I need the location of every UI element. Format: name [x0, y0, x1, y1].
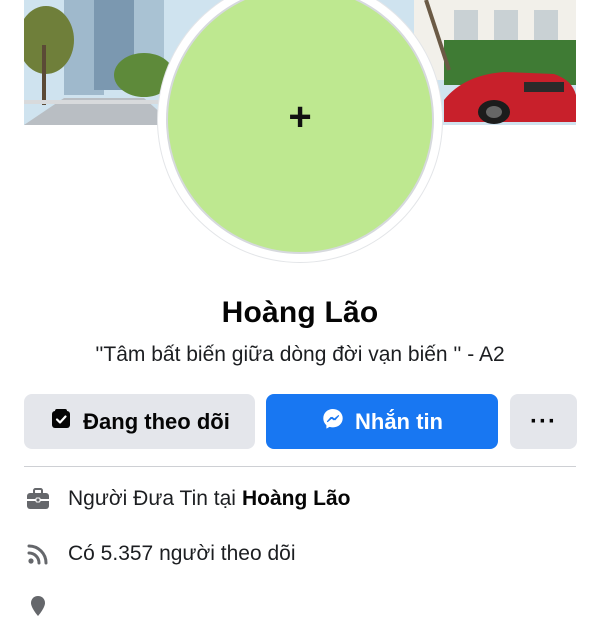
- info-row-partial: [24, 588, 576, 624]
- message-button-label: Nhắn tin: [355, 408, 443, 434]
- rss-feed-icon: [24, 540, 52, 568]
- location-icon: [24, 592, 52, 620]
- profile-bio: ''Tâm bất biến giữa dòng đời vạn biến ''…: [95, 343, 505, 366]
- following-badge-icon: [49, 407, 73, 437]
- info-row-work: Người Đưa Tin tại Hoàng Lão: [24, 481, 576, 517]
- following-button-label: Đang theo dõi: [83, 408, 230, 434]
- following-button[interactable]: Đang theo dõi: [24, 394, 255, 449]
- profile-name: Hoàng Lão: [221, 296, 379, 329]
- profile-picture[interactable]: +: [166, 0, 434, 254]
- messenger-icon: [321, 407, 345, 437]
- more-options-icon: ···: [530, 407, 557, 435]
- work-place-link[interactable]: Hoàng Lão: [242, 487, 351, 511]
- work-prefix: Người Đưa Tin tại: [68, 487, 236, 510]
- section-divider: [24, 466, 576, 467]
- briefcase-icon: [24, 485, 52, 513]
- plus-icon: +: [288, 95, 312, 139]
- message-button[interactable]: Nhắn tin: [266, 394, 498, 449]
- more-options-button[interactable]: ···: [510, 394, 577, 449]
- followers-count-text: Có 5.357 người theo dõi: [68, 542, 296, 565]
- profile-picture-frame[interactable]: +: [158, 0, 442, 262]
- info-row-followers: Có 5.357 người theo dõi: [24, 536, 576, 572]
